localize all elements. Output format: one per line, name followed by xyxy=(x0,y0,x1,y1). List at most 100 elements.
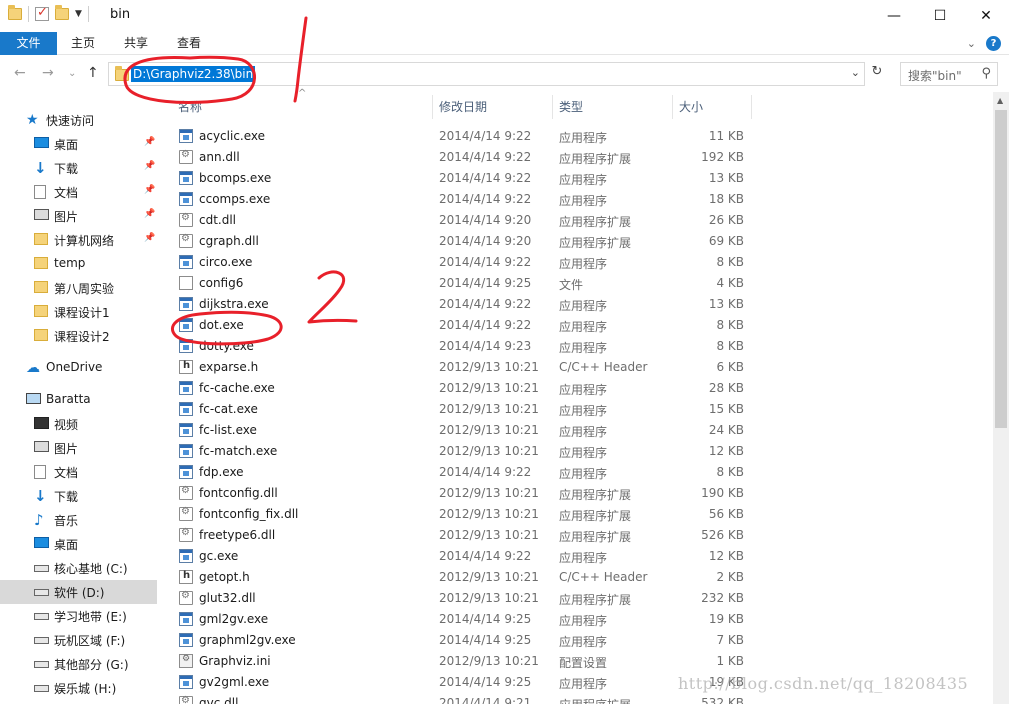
file-row[interactable]: fc-list.exe 2012/9/13 10:21 应用程序 24 KB xyxy=(178,420,978,441)
back-arrow-icon[interactable]: ← xyxy=(14,65,26,81)
address-bar[interactable]: D:\Graphviz2.38\bin ⌄ xyxy=(108,62,865,86)
up-arrow-icon[interactable]: ↑ xyxy=(87,65,99,81)
search-placeholder: 搜索"bin" xyxy=(908,69,962,83)
file-row[interactable]: graphml2gv.exe 2014/4/14 9:25 应用程序 7 KB xyxy=(178,630,978,651)
sidebar-item[interactable]: ↓ 下载 📌 xyxy=(0,156,157,180)
sidebar-item[interactable]: 核心基地 (C:) xyxy=(0,556,157,580)
file-row[interactable]: fc-cache.exe 2012/9/13 10:21 应用程序 28 KB xyxy=(178,378,978,399)
exe-file-icon xyxy=(179,549,193,563)
file-row[interactable]: ann.dll 2014/4/14 9:22 应用程序扩展 192 KB xyxy=(178,147,978,168)
file-row[interactable]: freetype6.dll 2012/9/13 10:21 应用程序扩展 526 KB xyxy=(178,525,978,546)
title-bar: ▼ bin — ☐ ✕ xyxy=(0,0,1009,32)
sidebar-item[interactable]: temp xyxy=(0,252,157,276)
file-row[interactable]: fdp.exe 2014/4/14 9:22 应用程序 8 KB xyxy=(178,462,978,483)
sidebar-item[interactable]: 娱乐城 (H:) xyxy=(0,676,157,700)
file-row[interactable]: gml2gv.exe 2014/4/14 9:25 应用程序 19 KB xyxy=(178,609,978,630)
scrollbar-thumb[interactable] xyxy=(995,110,1007,428)
sidebar-item[interactable]: Baratta xyxy=(0,388,157,412)
sidebar-item[interactable]: 图片 xyxy=(0,436,157,460)
minimize-button[interactable]: — xyxy=(871,0,917,32)
pin-icon[interactable]: 📌 xyxy=(144,161,155,171)
recent-locations-chevron-icon[interactable]: ⌄ xyxy=(68,68,76,79)
column-divider[interactable] xyxy=(432,95,433,119)
expand-ribbon-icon[interactable]: ⌄ xyxy=(967,37,976,50)
file-row[interactable]: cgraph.dll 2014/4/14 9:20 应用程序扩展 69 KB xyxy=(178,231,978,252)
sidebar-item[interactable]: 其他部分 (G:) xyxy=(0,652,157,676)
file-date: 2012/9/13 10:21 xyxy=(439,423,539,437)
search-box[interactable]: 搜索"bin" ⚲ xyxy=(900,62,998,86)
column-size[interactable]: 大小 xyxy=(679,98,703,115)
column-divider[interactable] xyxy=(751,95,752,119)
column-divider[interactable] xyxy=(672,95,673,119)
sidebar-item[interactable]: 文档 📌 xyxy=(0,180,157,204)
column-date[interactable]: 修改日期 xyxy=(439,98,487,115)
sidebar-item[interactable]: ♪ 音乐 xyxy=(0,508,157,532)
scroll-up-arrow-icon[interactable]: ▲ xyxy=(997,96,1003,105)
file-row[interactable]: dijkstra.exe 2014/4/14 9:22 应用程序 13 KB xyxy=(178,294,978,315)
file-row[interactable]: exparse.h 2012/9/13 10:21 C/C++ Header 6 KB xyxy=(178,357,978,378)
column-divider[interactable] xyxy=(552,95,553,119)
close-button[interactable]: ✕ xyxy=(963,0,1009,32)
file-row[interactable]: bcomps.exe 2014/4/14 9:22 应用程序 13 KB xyxy=(178,168,978,189)
forward-arrow-icon[interactable]: → xyxy=(42,65,54,81)
file-row[interactable]: fc-cat.exe 2012/9/13 10:21 应用程序 15 KB xyxy=(178,399,978,420)
column-type[interactable]: 类型 xyxy=(559,98,583,115)
pin-icon[interactable]: 📌 xyxy=(144,185,155,195)
sidebar-item[interactable]: ★ 快速访问 xyxy=(0,108,157,132)
column-name[interactable]: 名称 xyxy=(178,98,202,115)
pin-icon[interactable]: 📌 xyxy=(144,137,155,147)
customize-toolbar-dropdown[interactable]: ▼ xyxy=(75,9,82,19)
refresh-icon[interactable]: ↻ xyxy=(868,64,886,82)
sidebar-item[interactable]: 视频 xyxy=(0,412,157,436)
file-row[interactable]: fontconfig.dll 2012/9/13 10:21 应用程序扩展 190 K… xyxy=(178,483,978,504)
sidebar-item[interactable]: 课程设计1 xyxy=(0,300,157,324)
new-folder-icon[interactable] xyxy=(55,5,69,20)
help-icon[interactable]: ? xyxy=(986,36,1001,51)
address-dropdown-icon[interactable]: ⌄ xyxy=(851,66,860,79)
file-row[interactable]: circo.exe 2014/4/14 9:22 应用程序 8 KB xyxy=(178,252,978,273)
file-row[interactable]: config6 2014/4/14 9:25 文件 4 KB xyxy=(178,273,978,294)
sidebar-item[interactable]: 桌面 📌 xyxy=(0,132,157,156)
file-row[interactable]: fontconfig_fix.dll 2012/9/13 10:21 应用程序扩展 5… xyxy=(178,504,978,525)
sidebar-item[interactable]: ☁ OneDrive xyxy=(0,356,157,380)
file-row[interactable]: acyclic.exe 2014/4/14 9:22 应用程序 11 KB xyxy=(178,126,978,147)
tab-view[interactable]: 查看 xyxy=(177,32,201,55)
sidebar-item[interactable]: 桌面 xyxy=(0,532,157,556)
file-row[interactable]: gvc.dll 2014/4/14 9:21 应用程序扩展 532 KB xyxy=(178,693,978,704)
file-size: 8 KB xyxy=(716,465,744,479)
sidebar-item-label: 学习地带 (E:) xyxy=(54,610,127,624)
address-path[interactable]: D:\Graphviz2.38\bin xyxy=(131,66,256,82)
file-row[interactable]: fc-match.exe 2012/9/13 10:21 应用程序 12 KB xyxy=(178,441,978,462)
sidebar-item[interactable]: ↓ 下载 xyxy=(0,484,157,508)
pin-icon[interactable]: 📌 xyxy=(144,233,155,243)
sidebar-item[interactable]: 图片 📌 xyxy=(0,204,157,228)
maximize-button[interactable]: ☐ xyxy=(917,0,963,32)
properties-icon[interactable] xyxy=(35,5,49,21)
folder-icon xyxy=(115,66,129,81)
sidebar-item[interactable]: 计算机网络 📌 xyxy=(0,228,157,252)
sidebar-item[interactable]: 课程设计2 xyxy=(0,324,157,348)
file-row[interactable]: dot.exe 2014/4/14 9:22 应用程序 8 KB xyxy=(178,315,978,336)
file-row[interactable]: getopt.h 2012/9/13 10:21 C/C++ Header 2 KB xyxy=(178,567,978,588)
sidebar-item[interactable]: 软件 (D:) xyxy=(0,580,157,604)
tab-share[interactable]: 共享 xyxy=(124,32,148,55)
sidebar-item[interactable]: 玩机区域 (F:) xyxy=(0,628,157,652)
tab-file[interactable]: 文件 xyxy=(0,32,57,55)
sidebar-item-label: Baratta xyxy=(46,392,91,406)
file-row[interactable]: dotty.exe 2014/4/14 9:23 应用程序 8 KB xyxy=(178,336,978,357)
sidebar-item[interactable]: 第八周实验 xyxy=(0,276,157,300)
file-type: 应用程序 xyxy=(559,404,608,418)
sidebar-item[interactable]: 文档 xyxy=(0,460,157,484)
vertical-scrollbar[interactable]: ▲ xyxy=(993,92,1009,704)
file-row[interactable]: ccomps.exe 2014/4/14 9:22 应用程序 18 KB xyxy=(178,189,978,210)
tab-home[interactable]: 主页 xyxy=(71,32,95,55)
file-row[interactable]: gc.exe 2014/4/14 9:22 应用程序 12 KB xyxy=(178,546,978,567)
file-name: ccomps.exe xyxy=(199,192,271,206)
pin-icon[interactable]: 📌 xyxy=(144,209,155,219)
file-row[interactable]: Graphviz.ini 2012/9/13 10:21 配置设置 1 KB xyxy=(178,651,978,672)
file-row[interactable]: cdt.dll 2014/4/14 9:20 应用程序扩展 26 KB xyxy=(178,210,978,231)
sidebar-item[interactable]: 学习地带 (E:) xyxy=(0,604,157,628)
folder-icon xyxy=(34,281,48,293)
file-row[interactable]: glut32.dll 2012/9/13 10:21 应用程序扩展 232 KB xyxy=(178,588,978,609)
search-icon[interactable]: ⚲ xyxy=(981,66,991,81)
